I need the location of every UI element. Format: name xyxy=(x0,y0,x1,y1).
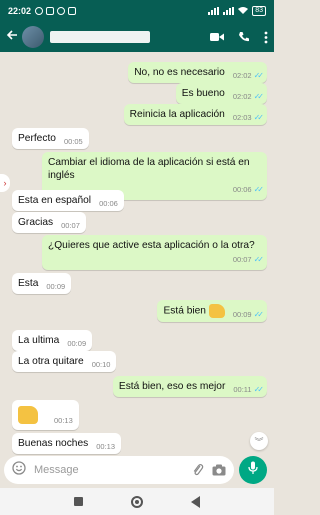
message-outgoing[interactable]: Está bien 00:09 ✓✓ xyxy=(157,300,267,322)
thumbs-up-icon xyxy=(18,406,38,424)
read-ticks-icon: ✓✓ xyxy=(253,113,265,122)
back-icon[interactable] xyxy=(191,495,200,508)
notification-icon xyxy=(46,7,55,15)
message-time: 00:05 xyxy=(63,137,83,146)
message-time: 00:06 xyxy=(99,199,118,208)
chevron-right-icon[interactable]: › xyxy=(0,174,10,192)
message-time: 00:09 xyxy=(67,339,87,348)
message-time: 02:03 xyxy=(232,113,252,122)
arrow-left-icon[interactable] xyxy=(6,28,20,46)
smiley-icon[interactable] xyxy=(12,460,26,480)
message-outgoing[interactable]: ¿Quieres que active esta aplicación o la… xyxy=(42,235,267,270)
microphone-button[interactable] xyxy=(239,456,267,484)
thumbs-up-icon xyxy=(208,304,225,318)
message-incoming[interactable]: Buenas noches 00:13 xyxy=(12,433,122,454)
message-incoming[interactable]: Perfecto 00:05 xyxy=(12,128,89,149)
message-text: La otra quitare xyxy=(18,356,84,367)
message-time: 00:07 xyxy=(232,255,252,264)
message-time: 02:02 xyxy=(232,71,252,80)
message-text: La ultima xyxy=(18,335,60,346)
message-time: 00:13 xyxy=(96,442,116,451)
message-incoming[interactable]: La ultima 00:09 xyxy=(12,330,93,351)
message-text: No, no es necesario xyxy=(134,67,225,78)
message-incoming[interactable]: La otra quitare 00:10 xyxy=(12,351,117,372)
message-incoming[interactable]: Esta 00:09 xyxy=(12,273,72,294)
status-time: 22:02 xyxy=(8,6,32,16)
chat-header xyxy=(0,22,274,52)
message-outgoing[interactable]: No, no es necesario 02:02 ✓✓ xyxy=(128,62,267,83)
phone-icon[interactable] xyxy=(238,31,250,43)
read-ticks-icon: ✓✓ xyxy=(253,185,265,194)
more-vert-icon[interactable] xyxy=(264,31,268,44)
message-input[interactable]: Message xyxy=(34,464,184,476)
message-input-bar[interactable]: Message xyxy=(4,456,234,484)
chat-area[interactable]: No, no es necesario 02:02 ✓✓ Es bueno 02:… xyxy=(0,52,274,456)
avatar[interactable] xyxy=(22,26,44,48)
message-time: 00:06 xyxy=(232,185,252,194)
message-time: 00:11 xyxy=(233,385,252,394)
message-text: Esta xyxy=(18,278,39,289)
video-camera-icon[interactable] xyxy=(210,32,224,42)
alarm-icon xyxy=(35,7,44,15)
message-incoming[interactable]: 00:13 xyxy=(12,400,79,430)
message-incoming[interactable]: Gracias 00:07 xyxy=(12,212,86,233)
microphone-icon xyxy=(248,461,258,480)
message-incoming[interactable]: Esta en español 00:06 xyxy=(12,190,124,211)
recent-apps-icon[interactable] xyxy=(74,497,83,506)
read-ticks-icon: ✓✓ xyxy=(253,310,265,319)
message-outgoing[interactable]: Reinicia la aplicación 02:03 ✓✓ xyxy=(123,104,267,125)
signal-icon xyxy=(208,7,220,15)
message-text: Es bueno xyxy=(181,88,225,99)
wifi-icon xyxy=(238,6,249,16)
message-time: 00:09 xyxy=(46,282,66,291)
message-text: ¿Quieres que active esta aplicación o la… xyxy=(48,240,255,251)
home-icon[interactable] xyxy=(131,495,143,508)
message-time: 00:13 xyxy=(54,416,73,425)
message-text: Está bien, eso es mejor xyxy=(118,381,226,392)
message-text: Buenas noches xyxy=(18,438,89,449)
read-ticks-icon: ✓✓ xyxy=(253,385,265,394)
message-time: 00:10 xyxy=(91,360,111,369)
message-text: Perfecto xyxy=(18,133,56,144)
message-text: Esta en español xyxy=(18,195,92,206)
read-ticks-icon: ✓✓ xyxy=(253,255,265,264)
contact-name-redacted[interactable] xyxy=(50,31,150,43)
message-text: Reinicia la aplicación xyxy=(129,109,225,120)
status-notification-icons xyxy=(35,7,77,15)
message-text: Está bien xyxy=(163,305,206,317)
message-text: Cambiar el idioma de la aplicación si es… xyxy=(48,157,250,181)
instagram-icon xyxy=(57,7,66,15)
signal-2-icon xyxy=(223,7,235,15)
camera-icon[interactable] xyxy=(212,464,226,476)
message-text: Gracias xyxy=(18,217,54,228)
paperclip-icon[interactable] xyxy=(192,463,204,477)
system-nav-bar xyxy=(0,488,274,515)
chevron-double-down-icon: ︾ xyxy=(254,436,264,447)
scroll-down-button[interactable]: ︾ xyxy=(250,432,268,450)
status-bar: 22:02 83 xyxy=(0,0,274,22)
read-ticks-icon: ✓✓ xyxy=(253,71,265,80)
message-time: 02:02 xyxy=(232,92,252,101)
read-ticks-icon: ✓✓ xyxy=(253,92,265,101)
battery-icon: 83 xyxy=(252,6,266,16)
message-outgoing[interactable]: Está bien, eso es mejor 00:11 ✓✓ xyxy=(112,376,267,397)
message-outgoing[interactable]: Es bueno 02:02 ✓✓ xyxy=(175,83,267,104)
message-time: 00:07 xyxy=(61,221,80,230)
cloud-icon xyxy=(68,7,77,15)
message-time: 00:09 xyxy=(232,310,252,319)
